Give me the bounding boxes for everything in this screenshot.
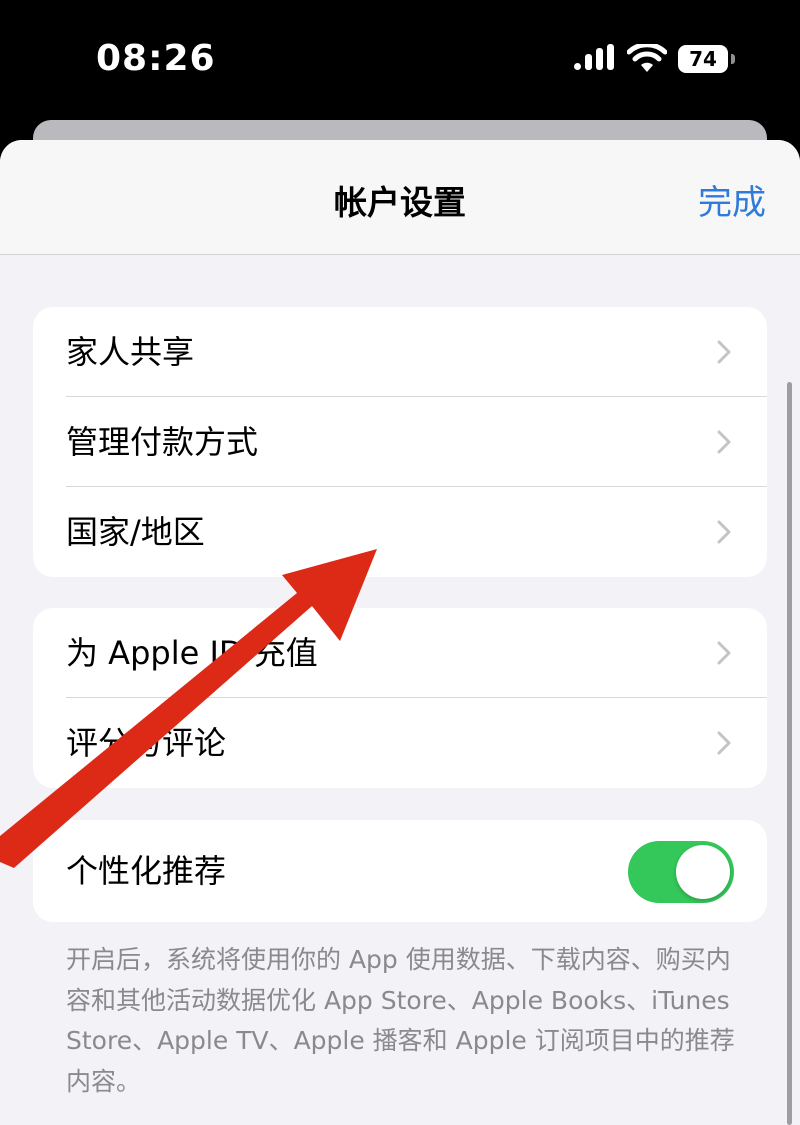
account-settings-sheet: 帐户设置 完成 家人共享 管理付款方式 国家/地区 为 Apple ID 充值 … bbox=[0, 140, 800, 1125]
row-label: 为 Apple ID 充值 bbox=[66, 634, 318, 672]
scroll-indicator[interactable] bbox=[787, 382, 792, 1125]
row-label: 个性化推荐 bbox=[66, 852, 227, 890]
status-time: 08:26 bbox=[96, 38, 216, 79]
footer-note: 开启后，系统将使用你的 App 使用数据、下载内容、购买内容和其他活动数据优化 … bbox=[66, 945, 735, 1096]
page-title: 帐户设置 bbox=[334, 183, 466, 222]
row-label: 管理付款方式 bbox=[66, 423, 259, 461]
row-personalized-recommendations: 个性化推荐 bbox=[33, 820, 767, 922]
chevron-right-icon bbox=[717, 731, 731, 755]
battery-icon: 74 bbox=[678, 45, 728, 73]
row-label: 家人共享 bbox=[66, 333, 195, 371]
battery-tip bbox=[731, 54, 735, 64]
row-label: 评分与评论 bbox=[66, 724, 227, 762]
row-manage-payment[interactable]: 管理付款方式 bbox=[33, 397, 767, 487]
row-label: 国家/地区 bbox=[66, 513, 205, 551]
row-ratings-reviews[interactable]: 评分与评论 bbox=[33, 698, 767, 788]
row-country-region[interactable]: 国家/地区 bbox=[33, 487, 767, 577]
settings-group-personalization: 个性化推荐 bbox=[33, 820, 767, 922]
toggle-knob bbox=[676, 845, 730, 899]
navigation-bar: 帐户设置 完成 bbox=[0, 140, 800, 255]
chevron-right-icon bbox=[717, 520, 731, 544]
status-bar: 08:26 74 bbox=[0, 0, 800, 120]
settings-group-account: 家人共享 管理付款方式 国家/地区 bbox=[33, 307, 767, 577]
settings-group-apple-id: 为 Apple ID 充值 评分与评论 bbox=[33, 608, 767, 788]
row-add-funds-apple-id[interactable]: 为 Apple ID 充值 bbox=[33, 608, 767, 698]
row-family-sharing[interactable]: 家人共享 bbox=[33, 307, 767, 397]
personalized-recommendations-toggle[interactable] bbox=[628, 841, 734, 903]
chevron-right-icon bbox=[717, 430, 731, 454]
chevron-right-icon bbox=[717, 641, 731, 665]
wifi-icon bbox=[627, 44, 667, 72]
chevron-right-icon bbox=[717, 340, 731, 364]
done-button[interactable]: 完成 bbox=[698, 175, 766, 224]
cellular-signal-icon bbox=[574, 44, 616, 74]
